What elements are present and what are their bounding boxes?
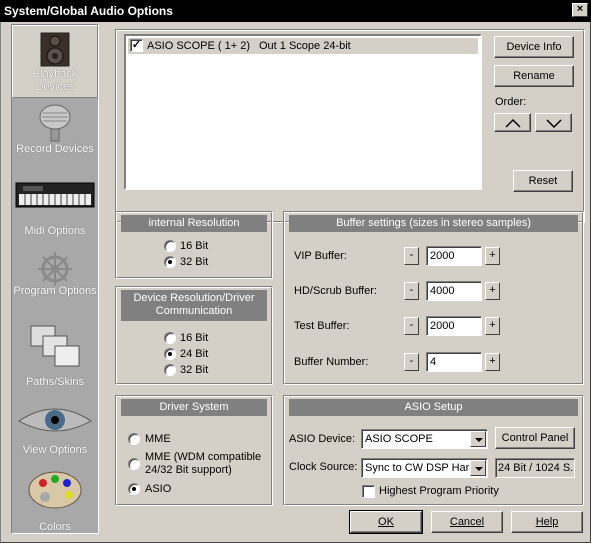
- sidebar-item-label: Paths/Skins: [25, 376, 85, 388]
- sidebar-item-label: Midi Options: [24, 225, 86, 237]
- help-label: Help: [535, 516, 559, 528]
- radio-label: 24 Bit: [180, 348, 209, 360]
- buffer-number-decrement[interactable]: -: [404, 353, 419, 371]
- sidebar-item-label: View Options: [22, 444, 88, 456]
- hd-scrub-buffer-input[interactable]: 4000: [426, 281, 482, 301]
- radio-label: 32 Bit: [180, 256, 209, 268]
- buffer-settings-panel: Buffer settings (sizes in stereo samples…: [283, 211, 584, 385]
- test-buffer-input[interactable]: 2000: [426, 316, 482, 336]
- sidebar-item-label: Playback Devices: [32, 68, 78, 93]
- device-name: ASIO SCOPE ( 1+ 2): [147, 40, 251, 52]
- chevron-down-icon[interactable]: [470, 431, 486, 447]
- buffer-number-label: Buffer Number:: [294, 356, 369, 368]
- eye-icon: [18, 408, 92, 432]
- radio-label: MME (WDM compatible 24/32 Bit support): [145, 451, 262, 476]
- ship-wheel-icon: [38, 252, 72, 286]
- radio-24bit[interactable]: [164, 348, 176, 360]
- hd-scrub-buffer-label: HD/Scrub Buffer:: [294, 285, 377, 297]
- radio-label: ASIO: [145, 483, 172, 495]
- test-buffer-increment[interactable]: +: [485, 317, 500, 335]
- buffer-number-increment[interactable]: +: [485, 353, 500, 371]
- vip-buffer-label: VIP Buffer:: [294, 250, 347, 262]
- device-checkbox[interactable]: ✓: [130, 39, 143, 52]
- microphone-icon: [39, 104, 71, 142]
- sidebar-item-view-options[interactable]: View Options: [12, 395, 98, 467]
- clock-source-label: Clock Source:: [289, 461, 358, 473]
- cancel-label: Cancel: [449, 516, 485, 528]
- asio-format-readout: 24 Bit / 1024 S.: [495, 458, 575, 478]
- clock-source-select[interactable]: Sync to CW DSP Hard: [361, 458, 488, 478]
- asio-device-label: ASIO Device:: [289, 433, 356, 445]
- dialog-body: Playback Devices Record Devices Midi Opt…: [0, 22, 591, 543]
- panel-title: Driver System: [121, 399, 267, 416]
- asio-device-value: ASIO SCOPE: [365, 433, 433, 445]
- sidebar-item-playback-devices[interactable]: Playback Devices: [12, 25, 98, 98]
- sidebar-item-paths-skins[interactable]: Paths/Skins: [12, 320, 98, 392]
- radio-mme[interactable]: [128, 433, 140, 445]
- test-buffer-decrement[interactable]: -: [404, 317, 419, 335]
- device-description: Out 1 Scope 24-bit: [259, 40, 351, 52]
- ok-label: OK: [378, 516, 394, 528]
- sidebar-item-label: Program Options: [13, 285, 97, 297]
- test-buffer-label: Test Buffer:: [294, 320, 350, 332]
- internal-resolution-panel: internal Resolution 16 Bit 32 Bit: [115, 211, 273, 279]
- radio-label: 16 Bit: [180, 332, 209, 344]
- help-button[interactable]: Help: [511, 511, 583, 533]
- sidebar: Playback Devices Record Devices Midi Opt…: [11, 24, 99, 534]
- sidebar-item-midi-options[interactable]: Midi Options: [12, 175, 98, 247]
- sidebar-item-label: Record Devices: [16, 143, 94, 155]
- buffer-number-input[interactable]: 4: [426, 352, 482, 372]
- list-item[interactable]: ✓ ASIO SCOPE ( 1+ 2) Out 1 Scope 24-bit: [128, 38, 478, 54]
- palette-icon: [28, 471, 82, 509]
- chevron-down-icon: [545, 119, 562, 129]
- control-panel-button[interactable]: Control Panel: [495, 427, 575, 449]
- radio-32bit[interactable]: [164, 256, 176, 268]
- sidebar-item-record-devices[interactable]: Record Devices: [12, 100, 98, 172]
- vip-buffer-increment[interactable]: +: [485, 247, 500, 265]
- ok-button[interactable]: OK: [349, 510, 423, 534]
- device-info-button[interactable]: Device Info: [494, 36, 574, 58]
- panel-title: Buffer settings (sizes in stereo samples…: [289, 215, 578, 232]
- hd-scrub-buffer-decrement[interactable]: -: [404, 282, 419, 300]
- radio-label: 32 Bit: [180, 364, 209, 376]
- panel-title: ASIO Setup: [289, 399, 578, 416]
- keyboard-icon: [15, 182, 95, 208]
- driver-system-panel: Driver System MME MME (WDM compatible 24…: [115, 395, 273, 506]
- device-list[interactable]: ✓ ASIO SCOPE ( 1+ 2) Out 1 Scope 24-bit: [124, 34, 482, 190]
- order-up-button[interactable]: [494, 113, 531, 132]
- radio-mme-wdm[interactable]: [128, 458, 140, 470]
- chevron-down-icon[interactable]: [470, 460, 486, 476]
- vip-buffer-decrement[interactable]: -: [404, 247, 419, 265]
- cancel-button[interactable]: Cancel: [431, 511, 503, 533]
- asio-setup-panel: ASIO Setup ASIO Device: ASIO SCOPE Contr…: [283, 395, 584, 506]
- radio-label: 16 Bit: [180, 240, 209, 252]
- chevron-up-icon: [504, 118, 521, 128]
- radio-label: MME: [145, 433, 171, 445]
- window-title: System/Global Audio Options: [4, 4, 173, 18]
- sidebar-item-colors[interactable]: Colors: [12, 465, 98, 537]
- radio-16bit[interactable]: [164, 240, 176, 252]
- highest-priority-label: Highest Program Priority: [379, 485, 499, 497]
- panel-title: Device Resolution/Driver Communication: [121, 290, 267, 321]
- asio-device-select[interactable]: ASIO SCOPE: [361, 429, 488, 449]
- sidebar-item-program-options[interactable]: Program Options: [12, 250, 98, 322]
- panel-title: internal Resolution: [121, 215, 267, 232]
- vip-buffer-input[interactable]: 2000: [426, 246, 482, 266]
- sidebar-item-label: Colors: [39, 521, 71, 533]
- reset-button[interactable]: Reset: [513, 170, 573, 192]
- title-bar: System/Global Audio Options ×: [0, 0, 591, 22]
- speaker-icon: [40, 32, 70, 67]
- folders-icon: [30, 325, 80, 367]
- radio-asio[interactable]: [128, 483, 140, 495]
- clock-source-value: Sync to CW DSP Hard: [365, 462, 476, 474]
- radio-16bit[interactable]: [164, 332, 176, 344]
- radio-32bit[interactable]: [164, 364, 176, 376]
- rename-button[interactable]: Rename: [494, 65, 574, 87]
- order-down-button[interactable]: [535, 113, 572, 132]
- highest-priority-checkbox[interactable]: [362, 485, 375, 498]
- hd-scrub-buffer-increment[interactable]: +: [485, 282, 500, 300]
- close-button[interactable]: ×: [572, 3, 588, 17]
- device-resolution-panel: Device Resolution/Driver Communication 1…: [115, 286, 273, 385]
- order-label: Order:: [495, 96, 527, 108]
